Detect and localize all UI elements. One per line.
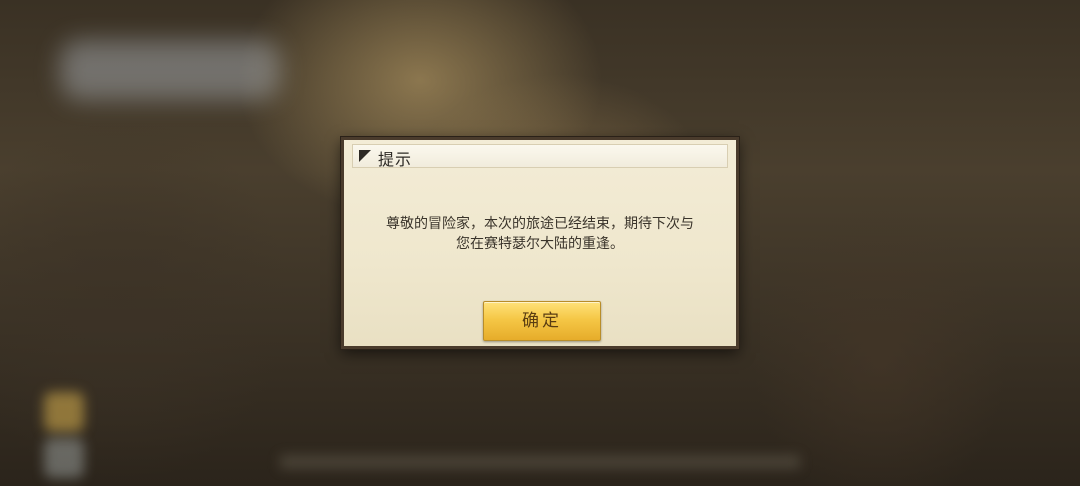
blurred-game-logo	[60, 40, 280, 100]
message-line: 您在赛特瑟尔大陆的重逢。	[456, 236, 624, 252]
dialog-message: 尊敬的冒险家，本次的旅途已经结束，期待下次与 您在赛特瑟尔大陆的重逢。	[358, 214, 722, 254]
blurred-footer-text	[280, 455, 800, 469]
dialog-title: 提示	[378, 150, 413, 169]
blurred-side-button	[44, 438, 84, 478]
confirm-button[interactable]: 确定	[483, 301, 601, 341]
dialog-header: 提示	[352, 144, 728, 169]
game-background: 提示 尊敬的冒险家，本次的旅途已经结束，期待下次与 您在赛特瑟尔大陆的重逢。 确…	[0, 0, 1080, 486]
blurred-side-button	[44, 392, 84, 432]
message-line: 尊敬的冒险家，本次的旅途已经结束，期待下次与	[386, 216, 694, 232]
notice-dialog: 提示 尊敬的冒险家，本次的旅途已经结束，期待下次与 您在赛特瑟尔大陆的重逢。 确…	[341, 137, 739, 349]
corner-triangle-icon	[359, 150, 371, 162]
